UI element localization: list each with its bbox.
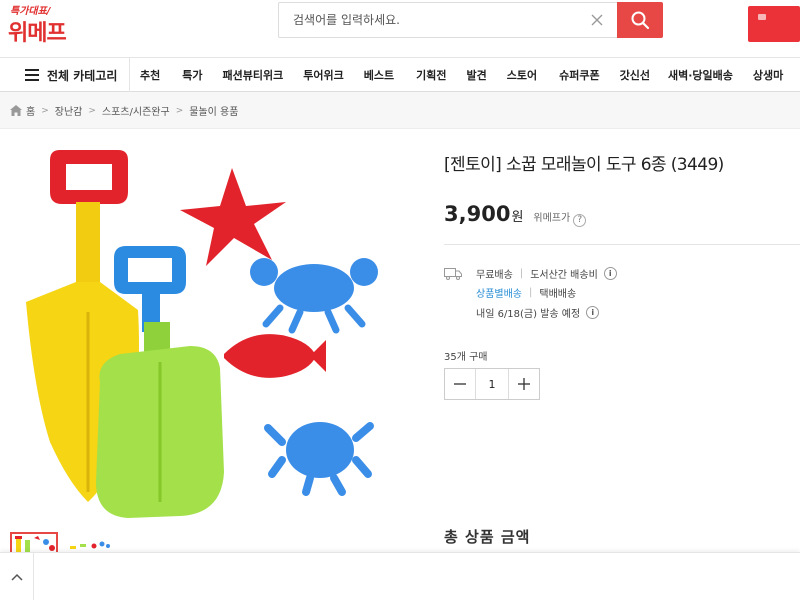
header: 특가대표/ 위메프 xyxy=(0,0,800,52)
gnb-menu: 추천 특가 패션뷰티위크 투어위크 베스트 기획전 발견 스토어 슈퍼쿠폰 갓신… xyxy=(140,58,783,92)
nav-item-delivery[interactable]: 새벽·당일배송 xyxy=(668,67,733,83)
price-currency: 원 xyxy=(511,210,524,225)
close-icon[interactable] xyxy=(589,12,605,28)
nav-item-discover[interactable]: 발견 xyxy=(466,67,486,83)
product-price: 3,900 xyxy=(444,202,511,226)
per-item-shipping-link[interactable]: 상품별배송 xyxy=(476,285,522,300)
purchase-count: 35개 구매 xyxy=(444,352,488,363)
free-shipping-label: 무료배송 xyxy=(476,270,513,281)
nav-item-promotions[interactable]: 기획전 xyxy=(416,67,446,83)
nav-item-deals[interactable]: 특가 xyxy=(182,67,202,83)
all-categories-label: 전체 카테고리 xyxy=(47,68,118,83)
nav-item-best[interactable]: 베스트 xyxy=(364,67,394,83)
breadcrumb-water-play[interactable]: 물놀이 용품 xyxy=(189,103,238,118)
price-row: 3,900 원 위메프가 ? xyxy=(444,202,587,227)
breadcrumb-home[interactable]: 홈 xyxy=(26,103,35,118)
octopus-mold-icon xyxy=(264,422,374,496)
breadcrumb-toys[interactable]: 장난감 xyxy=(55,103,83,118)
logo[interactable]: 특가대표/ 위메프 xyxy=(8,2,88,46)
info-icon[interactable]: i xyxy=(586,306,600,319)
info-icon[interactable]: i xyxy=(603,267,617,280)
shipping-line-2: 상품별배송 | 택배배송 xyxy=(476,285,576,300)
quantity-increase-button[interactable] xyxy=(508,369,539,399)
plus-icon xyxy=(518,378,530,390)
nav-item-fashion-beauty[interactable]: 패션뷰티위크 xyxy=(223,67,284,83)
chevron-right-icon: > xyxy=(175,105,184,116)
nav-item-recommend[interactable]: 추천 xyxy=(140,67,160,83)
nav-item-super-coupon[interactable]: 슈퍼쿠폰 xyxy=(559,67,599,83)
breadcrumb: 홈 > 장난감 > 스포츠/시즌완구 > 물놀이 용품 xyxy=(10,92,238,129)
breadcrumb-bar: 홈 > 장난감 > 스포츠/시즌완구 > 물놀이 용품 xyxy=(0,92,800,129)
shipping-line-3: 내일 6/18(금) 발송 예정 i xyxy=(476,305,600,320)
product-main-image xyxy=(26,150,378,518)
minus-icon xyxy=(454,383,466,385)
crab-mold-icon xyxy=(250,258,378,334)
divider xyxy=(444,244,800,245)
question-help-icon[interactable]: ? xyxy=(573,213,587,227)
logo-wordmark: 위메프 xyxy=(8,21,67,46)
card-chip-icon xyxy=(758,14,766,20)
breadcrumb-sports-season[interactable]: 스포츠/시즌완구 xyxy=(102,103,170,118)
home-icon xyxy=(10,105,22,116)
chevron-up-icon xyxy=(10,573,23,581)
nav-item-fresh[interactable]: 갓신선 xyxy=(620,67,650,83)
starfish-mold-icon xyxy=(180,168,286,266)
truck-icon xyxy=(444,268,462,280)
quantity-stepper xyxy=(444,368,540,400)
island-shipping-label: 도서산간 배송비 xyxy=(530,270,598,281)
all-categories-button[interactable]: 전체 카테고리 xyxy=(10,58,130,92)
bottom-bar xyxy=(0,552,800,600)
main-nav: 전체 카테고리 추천 특가 패션뷰티위크 투어위크 베스트 기획전 발견 스토어… xyxy=(0,57,800,92)
separator: | xyxy=(519,268,524,279)
search-input[interactable] xyxy=(293,3,583,37)
thumbnail-toys-icon xyxy=(15,536,55,552)
search-button[interactable] xyxy=(617,2,663,38)
green-shovel-icon xyxy=(96,246,224,518)
nav-item-store[interactable]: 스토어 xyxy=(507,67,537,83)
separator: | xyxy=(529,287,533,298)
search-icon xyxy=(631,11,650,30)
scroll-up-button[interactable] xyxy=(0,553,34,600)
product-title: [젠토이] 소꿉 모래놀이 도구 6종 (3449) xyxy=(444,155,724,175)
chevron-right-icon: > xyxy=(88,105,96,116)
delivery-schedule: 내일 6/18(금) 발송 예정 xyxy=(476,309,581,320)
hamburger-menu-icon xyxy=(25,69,39,81)
quantity-decrease-button[interactable] xyxy=(445,369,476,399)
search-box xyxy=(278,2,663,38)
total-price-label: 총 상품 금액 xyxy=(444,528,531,546)
parcel-shipping-label: 택배배송 xyxy=(539,289,577,300)
fish-mold-icon xyxy=(224,334,326,378)
price-tag-label: 위메프가 xyxy=(533,213,571,224)
nav-item-tour[interactable]: 투어위크 xyxy=(303,67,343,83)
chevron-right-icon: > xyxy=(41,105,49,116)
nav-item-sangsaeng[interactable]: 상생마 xyxy=(753,67,783,83)
quantity-input[interactable] xyxy=(476,369,508,399)
promo-card-banner[interactable] xyxy=(748,6,800,42)
shipping-line-1: 무료배송 | 도서산간 배송비 i xyxy=(476,266,617,281)
